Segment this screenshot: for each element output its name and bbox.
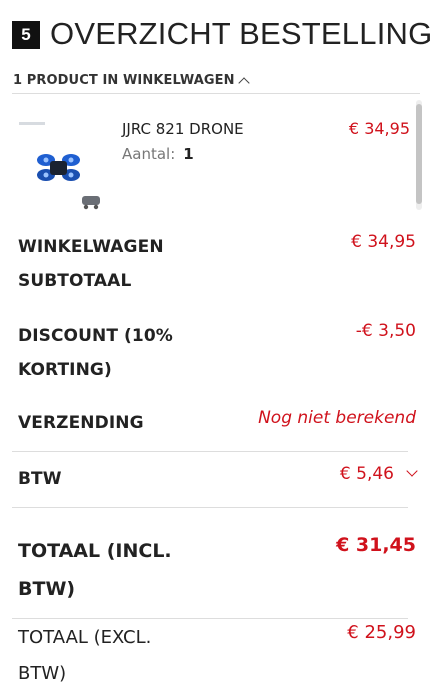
discount-row: DISCOUNT (10% KORTING) -€ 3,50: [18, 319, 420, 387]
total-excl-value: € 25,99: [347, 622, 416, 643]
shipping-row: VERZENDING Nog niet berekend: [18, 406, 420, 440]
discount-label-line2: KORTING): [18, 360, 112, 380]
cart-items-toggle-label: 1 PRODUCT IN WINKELWAGEN: [13, 72, 235, 88]
page-title: OVERZICHT BESTELLING: [50, 16, 433, 51]
total-excl-label-line2: BTW): [18, 663, 67, 684]
discount-value: -€ 3,50: [355, 321, 416, 341]
product-name[interactable]: JJRC 821 DRONE: [122, 120, 244, 138]
divider: [12, 618, 408, 619]
step-header: 5 OVERZICHT BESTELLING: [12, 14, 432, 54]
shipping-value: Nog niet berekend: [258, 408, 416, 428]
divider: [12, 93, 420, 94]
total-excl-row: TOTAAL (EXCL. BTW) € 25,99: [18, 620, 420, 692]
step-number-badge: 5: [12, 20, 40, 49]
total-incl-value: € 31,45: [336, 534, 416, 556]
scrollbar-thumb[interactable]: [416, 104, 422, 204]
divider: [12, 507, 408, 508]
total-incl-row: TOTAAL (INCL. BTW) € 31,45: [18, 532, 420, 608]
product-list-scrollbar[interactable]: [416, 100, 422, 210]
product-price: € 34,95: [348, 119, 410, 138]
divider: [12, 451, 408, 452]
subtotal-value: € 34,95: [351, 232, 416, 252]
subtotal-row: WINKELWAGEN SUBTOTAAL € 34,95: [18, 230, 420, 298]
cart-items-toggle[interactable]: 1 PRODUCT IN WINKELWAGEN: [13, 70, 250, 90]
chevron-up-icon: [237, 76, 250, 89]
tax-row[interactable]: BTW € 5,46: [18, 462, 420, 496]
total-incl-label-line2: BTW): [18, 578, 76, 600]
tax-value: € 5,46: [339, 464, 394, 484]
quantity-value: 1: [183, 145, 194, 163]
subtotal-label-line2: SUBTOTAAL: [18, 271, 132, 291]
product-quantity: Aantal: 1: [122, 145, 194, 163]
tax-value-wrapper: € 5,46: [339, 464, 418, 484]
drone-product-image: [19, 122, 100, 210]
quantity-label: Aantal:: [122, 145, 176, 163]
chevron-down-icon[interactable]: [406, 465, 418, 477]
product-list[interactable]: JJRC 821 DRONE Aantal: 1 € 34,95: [12, 100, 424, 210]
